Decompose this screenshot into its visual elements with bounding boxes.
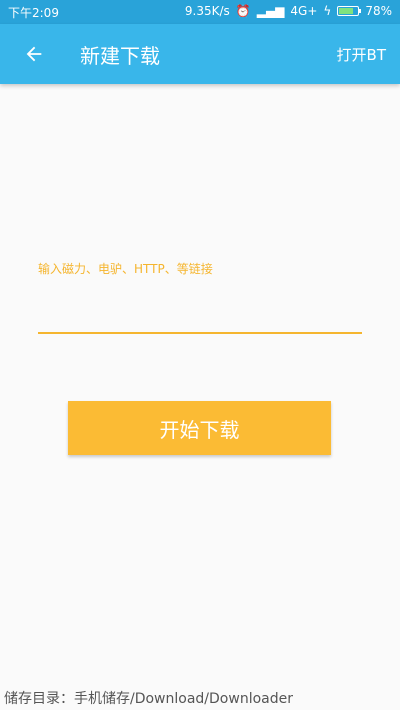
url-field-label: 输入磁力、电驴、HTTP、等链接 xyxy=(38,262,213,276)
status-right-group: 9.35K/s ⏰ ▂▄▆ 4G+ ϟ 78% xyxy=(185,4,392,18)
start-download-button[interactable]: 开始下载 xyxy=(68,401,331,455)
signal-icon: ▂▄▆ xyxy=(256,4,285,18)
status-time: 下午2:09 xyxy=(8,6,59,20)
arrow-left-icon xyxy=(26,46,42,62)
battery-icon xyxy=(337,6,362,16)
alarm-icon: ⏰ xyxy=(235,4,251,18)
page-title: 新建下载 xyxy=(80,44,160,68)
url-input[interactable] xyxy=(38,300,362,334)
battery-percent: 78% xyxy=(365,4,392,18)
charging-icon: ϟ xyxy=(323,4,332,18)
network-type: 4G+ xyxy=(290,4,318,18)
storage-path: 储存目录：手机储存/Download/Downloader xyxy=(4,691,293,707)
status-bar: 下午2:09 9.35K/s ⏰ ▂▄▆ 4G+ ϟ 78% xyxy=(0,0,400,24)
open-bt-button[interactable]: 打开BT xyxy=(337,44,386,65)
app-bar: 新建下载 打开BT xyxy=(0,24,400,84)
network-speed: 9.35K/s xyxy=(184,4,230,18)
battery-fill xyxy=(339,8,354,14)
back-button[interactable] xyxy=(16,36,52,72)
